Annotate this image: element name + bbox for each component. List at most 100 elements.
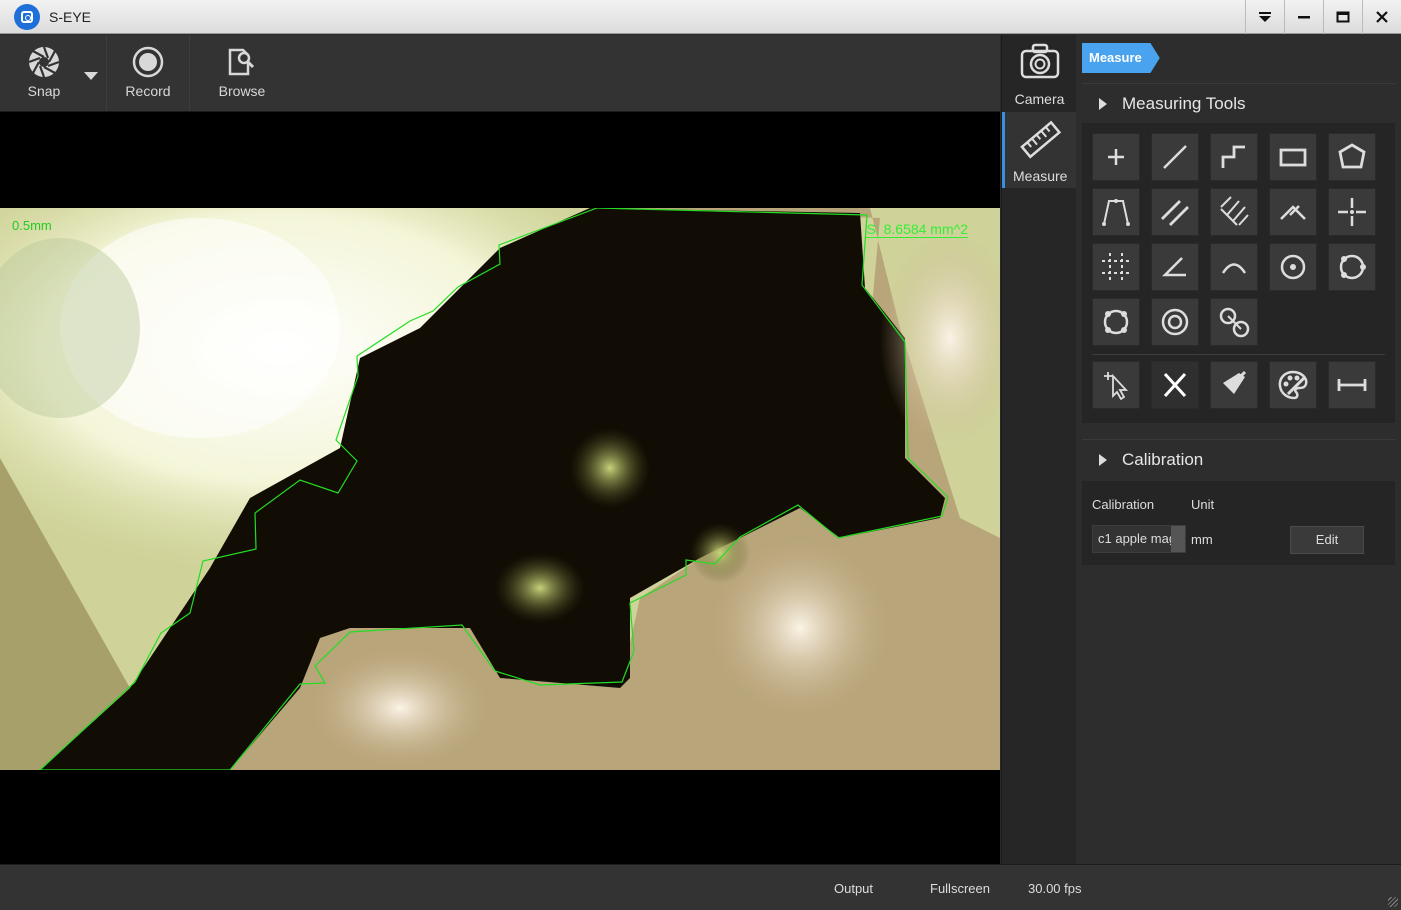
select-cursor-icon (1104, 372, 1129, 401)
polyline-icon (1221, 145, 1245, 168)
three-point-line-icon (1102, 199, 1130, 226)
three-point-circle-button[interactable] (1328, 243, 1376, 291)
perpendicular-button[interactable] (1269, 188, 1317, 236)
browse-button[interactable]: Browse (214, 35, 270, 111)
status-bar: Output Fullscreen 30.00 fps (0, 864, 1401, 910)
mode-sidebar: Camera Measure (1001, 35, 1077, 864)
concentric-circles-button[interactable] (1151, 298, 1199, 346)
expand-triangle-icon (1099, 98, 1107, 110)
scale-bar-button[interactable] (1328, 361, 1376, 409)
image-viewer[interactable]: 0.5mm S: 8.6584 mm^2 (0, 112, 1000, 864)
polygon-tool-button[interactable] (1328, 133, 1376, 181)
cross-point-icon (1338, 198, 1366, 226)
title-bar: S-EYE (0, 0, 1401, 34)
parallel-lines-button[interactable] (1151, 188, 1199, 236)
resize-grip-icon[interactable] (1388, 897, 1398, 907)
line-tool-button[interactable] (1151, 133, 1199, 181)
tools-divider (1092, 354, 1385, 355)
expand-triangle-icon (1099, 454, 1107, 466)
unit-value: mm (1191, 532, 1213, 547)
snap-label: Snap (27, 83, 61, 99)
color-palette-icon (1278, 370, 1308, 400)
eraser-icon (1223, 370, 1247, 394)
close-icon (1376, 11, 1388, 23)
scale-bar-icon (1337, 379, 1367, 391)
capture-toolbar: Snap Record Browse (0, 35, 1000, 112)
color-palette-button[interactable] (1269, 361, 1317, 409)
three-point-line-button[interactable] (1092, 188, 1140, 236)
fps-readout: 30.00 fps (1028, 881, 1082, 896)
delete-scissors-icon (1163, 372, 1187, 398)
eraser-button[interactable] (1210, 361, 1258, 409)
record-button[interactable]: Record (118, 35, 178, 111)
calibration-title: Calibration (1122, 450, 1204, 469)
delete-button[interactable] (1151, 361, 1199, 409)
line-icon (1163, 145, 1187, 169)
arc-icon (1221, 263, 1247, 274)
browse-folder-icon (228, 48, 255, 76)
concentric-circles-icon (1161, 308, 1189, 336)
close-button[interactable] (1362, 0, 1401, 34)
minimize-button[interactable] (1284, 0, 1323, 34)
measure-tab-label: Measure (1013, 168, 1068, 184)
maximize-icon (1336, 11, 1350, 23)
breadcrumb[interactable]: Measure (1082, 43, 1160, 73)
two-circles-distance-button[interactable] (1210, 298, 1258, 346)
arc-button[interactable] (1210, 243, 1258, 291)
rectangle-tool-button[interactable] (1269, 133, 1317, 181)
select-button[interactable] (1092, 361, 1140, 409)
perpendicular-icon (1280, 205, 1306, 220)
polyline-tool-button[interactable] (1210, 133, 1258, 181)
angle-icon (1161, 257, 1186, 277)
multi-parallel-lines-button[interactable] (1210, 188, 1258, 236)
multi-point-circle-button[interactable] (1092, 298, 1140, 346)
measuring-tools-title: Measuring Tools (1122, 94, 1246, 113)
calibration-box: Calibration Unit c1 apple magn mm Edit (1082, 481, 1395, 565)
grid-points-button[interactable] (1092, 243, 1140, 291)
camera-tab-label: Camera (1014, 91, 1065, 107)
three-point-circle-icon (1339, 254, 1366, 280)
ruler-icon (1020, 120, 1062, 159)
grid-points-icon (1102, 253, 1130, 281)
area-measurement-label[interactable]: S: 8.6584 mm^2 (866, 221, 968, 238)
multi-point-circle-icon (1103, 309, 1129, 335)
measuring-tools-header[interactable]: Measuring Tools (1082, 83, 1395, 123)
calibration-select[interactable]: c1 apple magn (1092, 525, 1186, 553)
microscope-image[interactable]: 0.5mm S: 8.6584 mm^2 (0, 208, 1000, 770)
fullscreen-button[interactable]: Fullscreen (930, 881, 990, 896)
menu-down-icon (1259, 12, 1271, 22)
output-button[interactable]: Output (834, 881, 873, 896)
combo-arrow-icon (1171, 526, 1185, 552)
measure-panel: Measure Measuring Tools Calibration Cali… (1076, 35, 1401, 864)
circle-center-icon (1280, 254, 1306, 280)
chevron-down-icon (84, 72, 98, 80)
minimize-icon (1298, 16, 1310, 19)
point-tool-button[interactable] (1092, 133, 1140, 181)
dropdown-menu-button[interactable] (1245, 0, 1284, 34)
unit-label: Unit (1191, 497, 1215, 512)
cross-point-button[interactable] (1328, 188, 1376, 236)
camera-tab[interactable]: Camera (1002, 35, 1077, 111)
polygon-icon (1338, 143, 1366, 169)
snap-options-dropdown[interactable] (84, 67, 98, 85)
rectangle-icon (1279, 148, 1307, 167)
maximize-button[interactable] (1323, 0, 1362, 34)
record-icon (132, 46, 164, 78)
parallel-lines-icon (1161, 200, 1189, 226)
browse-label: Browse (218, 83, 266, 99)
measure-tab[interactable]: Measure (1002, 112, 1077, 188)
scale-bar-label: 0.5mm (12, 218, 52, 233)
aperture-icon (28, 46, 60, 78)
calibration-header[interactable]: Calibration (1082, 439, 1395, 479)
calibration-label: Calibration (1092, 497, 1155, 512)
camera-icon (1020, 43, 1059, 79)
snap-button[interactable]: Snap (18, 35, 70, 111)
app-logo-icon (14, 4, 40, 30)
two-circles-distance-icon (1219, 307, 1250, 338)
circle-center-button[interactable] (1269, 243, 1317, 291)
window-title: S-EYE (49, 9, 92, 25)
edit-calibration-button[interactable]: Edit (1290, 526, 1364, 554)
multi-parallel-lines-icon (1220, 196, 1249, 226)
measuring-tools-grid (1082, 123, 1395, 423)
angle-button[interactable] (1151, 243, 1199, 291)
